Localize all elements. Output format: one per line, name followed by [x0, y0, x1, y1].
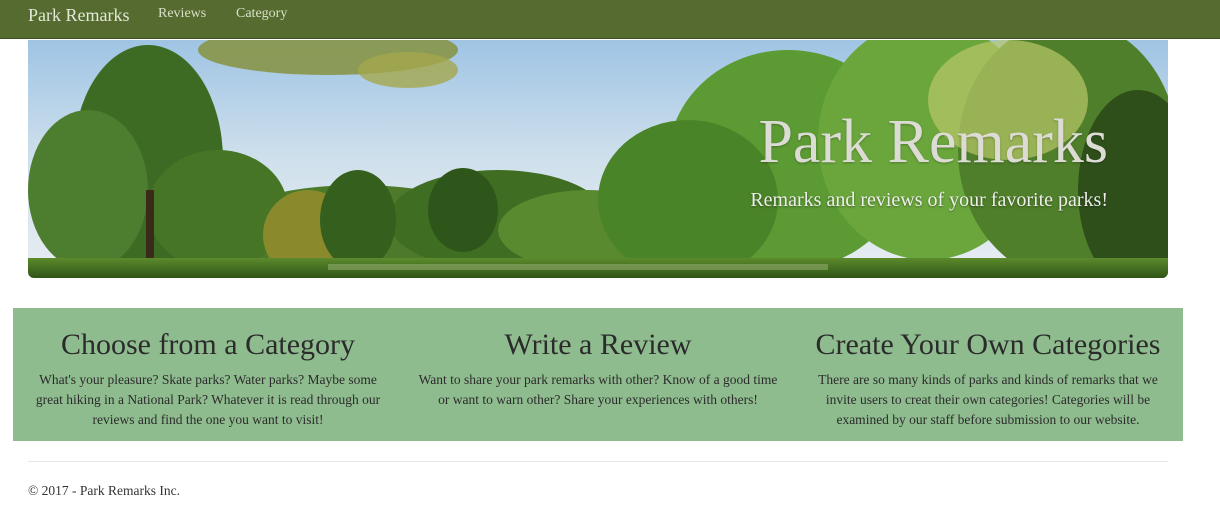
features-section: Choose from a Category What's your pleas…	[13, 308, 1183, 441]
feature-heading: Choose from a Category	[60, 328, 356, 361]
hero-banner: Park Remarks Remarks and reviews of your…	[28, 40, 1168, 278]
feature-create-categories: Create Your Own Categories There are so …	[793, 308, 1183, 430]
feature-description: There are so many kinds of parks and kin…	[818, 372, 1158, 427]
nav-link-reviews[interactable]: Reviews	[158, 6, 206, 22]
feature-heading: Write a Review	[504, 328, 692, 361]
top-navbar: Park Remarks Reviews Category	[0, 0, 1220, 39]
footer-divider	[28, 461, 1168, 462]
footer-copyright: © 2017 - Park Remarks Inc.	[28, 483, 180, 498]
hero-title: Park Remarks	[758, 108, 1108, 176]
feature-write-review: Write a Review Want to share your park r…	[403, 308, 793, 410]
feature-description: Want to share your park remarks with oth…	[418, 372, 778, 407]
feature-heading: Create Your Own Categories	[815, 328, 1161, 361]
feature-choose-category: Choose from a Category What's your pleas…	[13, 308, 403, 430]
hero-subtitle: Remarks and reviews of your favorite par…	[750, 189, 1108, 211]
feature-description: What's your pleasure? Skate parks? Water…	[35, 372, 381, 427]
brand-link[interactable]: Park Remarks	[28, 4, 129, 26]
nav-link-category[interactable]: Category	[236, 6, 287, 22]
